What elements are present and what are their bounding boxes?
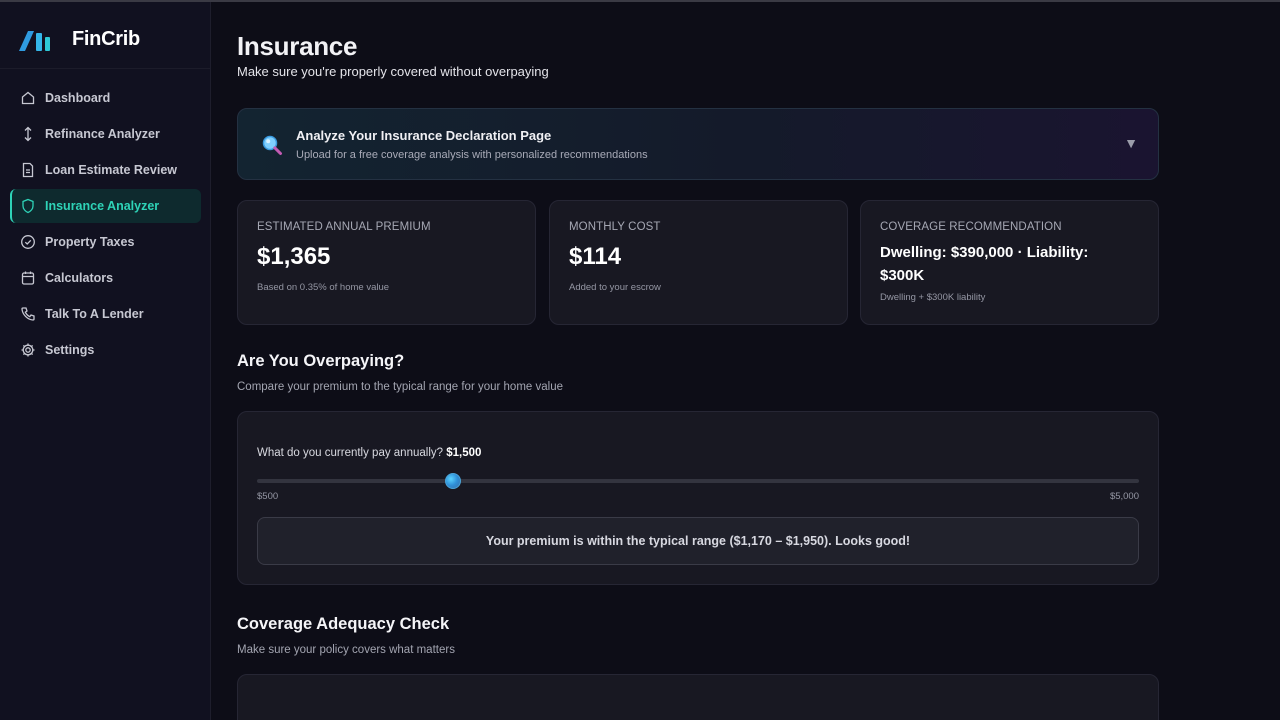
premium-result-message: Your premium is within the typical range…: [257, 517, 1139, 565]
sidebar-item-dashboard[interactable]: Dashboard: [10, 81, 201, 115]
premium-slider-thumb[interactable]: [445, 473, 461, 489]
annual-premium-card: ESTIMATED ANNUAL PREMIUM $1,365 Based on…: [237, 200, 536, 325]
sidebar-item-insurance-analyzer[interactable]: Insurance Analyzer: [10, 189, 201, 223]
card-label: ESTIMATED ANNUAL PREMIUM: [257, 221, 431, 233]
overpaying-panel: What do you currently pay annually? $1,5…: [237, 411, 1159, 585]
card-value: $1,365: [257, 243, 331, 270]
check-circle-icon: [20, 234, 36, 250]
monthly-cost-card: MONTHLY COST $114 Added to your escrow: [549, 200, 848, 325]
gear-icon: [20, 342, 36, 358]
banner-subtitle: Upload for a free coverage analysis with…: [296, 149, 648, 161]
sidebar-item-label: Property Taxes: [45, 235, 135, 249]
app-name: FinCrib: [72, 28, 140, 50]
slider-min-label: $500: [257, 491, 279, 502]
sidebar-item-label: Calculators: [45, 271, 114, 285]
page-subtitle: Make sure you're properly covered withou…: [237, 64, 549, 79]
sidebar-item-label: Refinance Analyzer: [45, 127, 160, 141]
coverage-section-title: Coverage Adequacy Check: [237, 615, 450, 633]
sidebar-item-refinance-analyzer[interactable]: Refinance Analyzer: [10, 117, 201, 151]
sidebar-item-talk-to-a-lender[interactable]: Talk To A Lender: [10, 297, 201, 331]
card-value: Dwelling: $390,000 · Liability: $300K: [880, 244, 1089, 284]
coverage-section-subtitle: Make sure your policy covers what matter…: [237, 644, 455, 656]
fincrib-logo-icon: [19, 30, 50, 51]
sidebar-item-settings[interactable]: Settings: [10, 333, 201, 367]
arrows-vertical-icon: [20, 126, 36, 142]
calendar-icon: [20, 270, 36, 286]
shield-icon: [20, 198, 36, 214]
phone-icon: [20, 306, 36, 322]
sidebar-nav: Dashboard Refinance Analyzer Loan Estima…: [10, 81, 201, 369]
premium-question: What do you currently pay annually? $1,5…: [257, 447, 481, 459]
card-value: $114: [569, 243, 622, 270]
sidebar-item-label: Insurance Analyzer: [45, 199, 160, 213]
premium-slider[interactable]: [257, 473, 1139, 489]
sidebar-item-label: Settings: [45, 343, 95, 357]
app-logo[interactable]: FinCrib: [19, 28, 140, 51]
sidebar-item-calculators[interactable]: Calculators: [10, 261, 201, 295]
declaration-upload-banner[interactable]: Analyze Your Insurance Declaration Page …: [237, 108, 1159, 180]
card-label: MONTHLY COST: [569, 221, 661, 233]
magnifier-icon: [261, 134, 283, 161]
coverage-check-panel: [237, 674, 1159, 720]
card-note: Based on 0.35% of home value: [257, 282, 390, 293]
sidebar: FinCrib Dashboard Refinance Analyzer Loa…: [0, 2, 211, 720]
home-icon: [20, 90, 36, 106]
card-label: COVERAGE RECOMMENDATION: [880, 221, 1062, 233]
premium-current-value: $1,500: [446, 447, 482, 459]
card-note: Added to your escrow: [569, 282, 661, 293]
sidebar-item-property-taxes[interactable]: Property Taxes: [10, 225, 201, 259]
document-icon: [20, 162, 36, 178]
sidebar-item-label: Dashboard: [45, 91, 111, 105]
overpaying-section-subtitle: Compare your premium to the typical rang…: [237, 381, 563, 393]
card-note: Dwelling + $300K liability: [880, 292, 986, 303]
chevron-down-icon[interactable]: ▼: [1124, 135, 1138, 151]
sidebar-item-label: Loan Estimate Review: [45, 163, 177, 177]
sidebar-item-label: Talk To A Lender: [45, 307, 144, 321]
sidebar-item-loan-estimate-review[interactable]: Loan Estimate Review: [10, 153, 201, 187]
slider-max-label: $5,000: [1109, 491, 1139, 502]
banner-title: Analyze Your Insurance Declaration Page: [296, 128, 552, 143]
sidebar-divider: [0, 68, 210, 69]
page-title: Insurance: [237, 31, 358, 61]
overpaying-section-title: Are You Overpaying?: [237, 352, 405, 370]
premium-question-text: What do you currently pay annually?: [257, 447, 444, 459]
coverage-recommendation-card: COVERAGE RECOMMENDATION Dwelling: $390,0…: [860, 200, 1159, 325]
